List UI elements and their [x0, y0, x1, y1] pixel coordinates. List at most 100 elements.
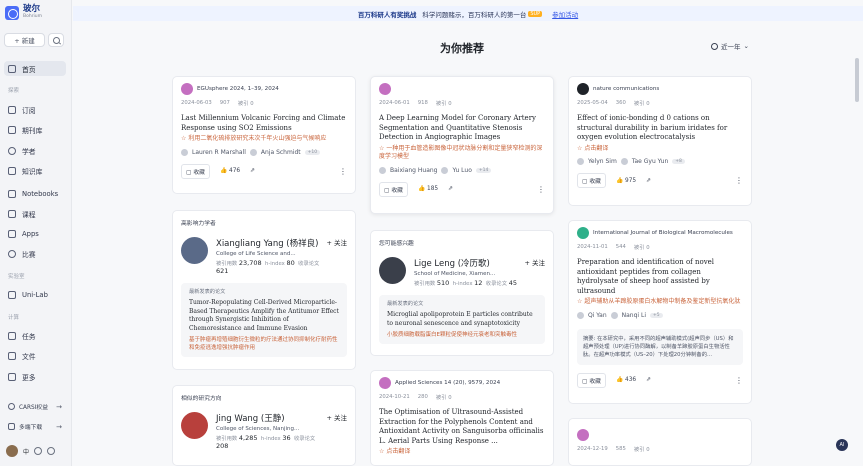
- more-options-icon[interactable]: ⋮: [735, 176, 743, 185]
- translate-link[interactable]: 点击翻译: [379, 448, 545, 457]
- paper-card[interactable]: nature communications 2025-05-04 360 被引 0 …: [568, 76, 752, 206]
- new-button[interactable]: + 新建: [4, 33, 45, 47]
- sidebar-item-subscribe[interactable]: 订阅: [4, 102, 66, 117]
- paper-card[interactable]: International Journal of Biological Macr…: [568, 220, 752, 404]
- recent-paper[interactable]: 最新发表的论文 Microglial apolipoprotein E part…: [379, 295, 545, 344]
- paper-title[interactable]: The Optimisation of Ultrasound-Assisted …: [379, 408, 545, 446]
- clock-icon: [711, 42, 718, 50]
- ai-assistant-icon[interactable]: AI: [836, 439, 848, 451]
- author-icon: [181, 148, 188, 156]
- sidebar: 玻尔 Bohrium + 新建 首页 探索 订阅 期刊库 学者 知识库 Note…: [0, 0, 72, 466]
- download-link[interactable]: 多端下载 →: [4, 420, 66, 433]
- share-icon[interactable]: ⇗: [646, 377, 651, 383]
- save-button[interactable]: ▢ 收藏: [577, 372, 606, 388]
- paper-card[interactable]: 2024-12-19 585 被引 0: [568, 418, 752, 466]
- follow-button[interactable]: + 关注: [326, 412, 347, 422]
- scholar-name[interactable]: Jing Wang (王静): [216, 412, 315, 424]
- paper-abstract: 摘要: 在本研究中，采用不同的超声辅助模式(超声同步（US）和超声预处理（UP)…: [577, 328, 743, 365]
- sidebar-item-notebooks[interactable]: Notebooks: [4, 186, 66, 201]
- follow-button[interactable]: + 关注: [524, 257, 545, 267]
- paper-translation: 一种用于血管造影图像中冠状动脉分割和定量狭窄检测的深度学习模型: [379, 145, 545, 162]
- scholar-avatar[interactable]: [181, 237, 208, 264]
- scrollbar[interactable]: [855, 58, 859, 102]
- banner-link[interactable]: 参加活动: [552, 9, 578, 19]
- recent-paper[interactable]: 最新发表的论文 Tumor-Repopulating Cell-Derived …: [181, 283, 347, 357]
- paper-source: Applied Sciences 14 (20), 9579, 2024: [395, 380, 501, 386]
- like-button[interactable]: 👍 476: [220, 168, 240, 174]
- search-icon[interactable]: [48, 33, 64, 47]
- paper-date: 2025-05-04: [577, 100, 608, 106]
- carsi-link[interactable]: CARSI权益 →: [4, 400, 66, 413]
- more-options-icon[interactable]: ⋮: [339, 167, 347, 176]
- paper-card[interactable]: Applied Sciences 14 (20), 9579, 2024 202…: [370, 370, 554, 466]
- more-options-icon[interactable]: ⋮: [537, 185, 545, 194]
- sidebar-item-unilab[interactable]: Uni-Lab: [4, 287, 66, 302]
- like-button[interactable]: 👍 975: [616, 178, 636, 184]
- sidebar-item-home[interactable]: 首页: [4, 61, 66, 76]
- user-avatar[interactable]: [6, 445, 18, 457]
- sidebar-item-more[interactable]: 更多: [4, 369, 66, 384]
- share-icon[interactable]: ⇗: [250, 168, 255, 174]
- more-options-icon[interactable]: ⋮: [735, 376, 743, 385]
- brand-name: 玻尔: [23, 4, 41, 14]
- share-icon[interactable]: ⇗: [646, 178, 651, 184]
- author-icon: [610, 311, 618, 319]
- translate-link[interactable]: 点击翻译: [577, 145, 743, 154]
- scholar-avatar[interactable]: [181, 412, 208, 439]
- share-icon[interactable]: ⇗: [448, 186, 453, 192]
- save-button[interactable]: ▢ 收藏: [181, 163, 210, 179]
- sidebar-item-contests[interactable]: 比赛: [4, 246, 66, 261]
- sidebar-item-journals[interactable]: 期刊库: [4, 122, 66, 137]
- arrow-right-icon: →: [56, 422, 62, 431]
- message-icon[interactable]: [34, 447, 43, 455]
- paper-source: International Journal of Biological Macr…: [593, 230, 733, 236]
- source-icon: [379, 83, 391, 95]
- recent-paper-title[interactable]: Tumor-Repopulating Cell-Derived Micropar…: [189, 299, 339, 333]
- paper-views: 280: [417, 394, 428, 400]
- page-title: 为你推荐: [440, 42, 484, 55]
- task-icon: [8, 331, 16, 340]
- recent-paper-title[interactable]: Microglial apolipoprotein E particles co…: [387, 311, 537, 328]
- help-icon[interactable]: [47, 447, 56, 455]
- scholar-name[interactable]: Lige Leng (冷历歌): [414, 257, 517, 269]
- scholar-institution: School of Medicine, Xiamen...: [414, 271, 496, 277]
- author-icon: [379, 166, 386, 174]
- paper-translation: 超声辅助从羊蹄胶原蛋白水解物中制备及鉴定新型抗氧化肽: [577, 298, 743, 307]
- banner-tag: SUP: [528, 10, 543, 17]
- language-toggle[interactable]: 中: [23, 447, 29, 456]
- paper-views: 585: [615, 446, 626, 452]
- section-discover: 探索: [8, 88, 20, 94]
- sidebar-item-knowledge[interactable]: 知识库: [4, 163, 66, 178]
- scholar-avatar[interactable]: [379, 257, 406, 284]
- paper-title[interactable]: Preparation and identification of novel …: [577, 258, 743, 296]
- paper-card[interactable]: EGUsphere 2024, 1–39, 2024 2024-06-03 907…: [172, 76, 356, 194]
- recent-paper-translation: 小胶质细胞载脂蛋白E颗粒促使神经元衰老和突触毒性: [387, 332, 517, 338]
- sidebar-item-scholars[interactable]: 学者: [4, 143, 66, 158]
- author-icon: [620, 158, 628, 165]
- follow-button[interactable]: + 关注: [326, 237, 347, 247]
- paper-title[interactable]: A Deep Learning Model for Coronary Arter…: [379, 114, 545, 143]
- scholar-institution: College of Sciences, Nanjing...: [216, 426, 300, 432]
- paper-card[interactable]: 2024-06-01 918 被引 0 A Deep Learning Model …: [370, 76, 554, 214]
- lab-icon: [8, 290, 16, 299]
- sidebar-item-tasks[interactable]: 任务: [4, 328, 66, 343]
- bohrium-logo-icon: [5, 6, 19, 20]
- carsi-icon: [8, 403, 15, 410]
- paper-date: 2024-10-21: [379, 394, 410, 400]
- paper-cites: 被引 0: [435, 101, 452, 107]
- paper-cites: 被引 0: [237, 101, 254, 107]
- sidebar-item-apps[interactable]: Apps: [4, 226, 66, 241]
- paper-title[interactable]: Effect of ionic-bonding d 0 cations on s…: [577, 114, 743, 143]
- paper-source: EGUsphere 2024, 1–39, 2024: [197, 86, 279, 92]
- paper-cites: 被引 0: [633, 245, 650, 251]
- like-button[interactable]: 👍 436: [616, 377, 636, 383]
- sidebar-item-courses[interactable]: 课程: [4, 206, 66, 221]
- save-button[interactable]: ▢ 收藏: [379, 181, 408, 197]
- brand-logo[interactable]: 玻尔 Bohrium: [5, 4, 42, 20]
- sidebar-item-files[interactable]: 文件: [4, 348, 66, 363]
- like-button[interactable]: 👍 185: [418, 186, 438, 192]
- save-button[interactable]: ▢ 收藏: [577, 173, 606, 188]
- scholar-name[interactable]: Xiangliang Yang (杨祥良): [216, 237, 319, 249]
- time-filter[interactable]: 近一年 ⌄: [711, 41, 749, 51]
- paper-title[interactable]: Last Millennium Volcanic Forcing and Cli…: [181, 114, 347, 133]
